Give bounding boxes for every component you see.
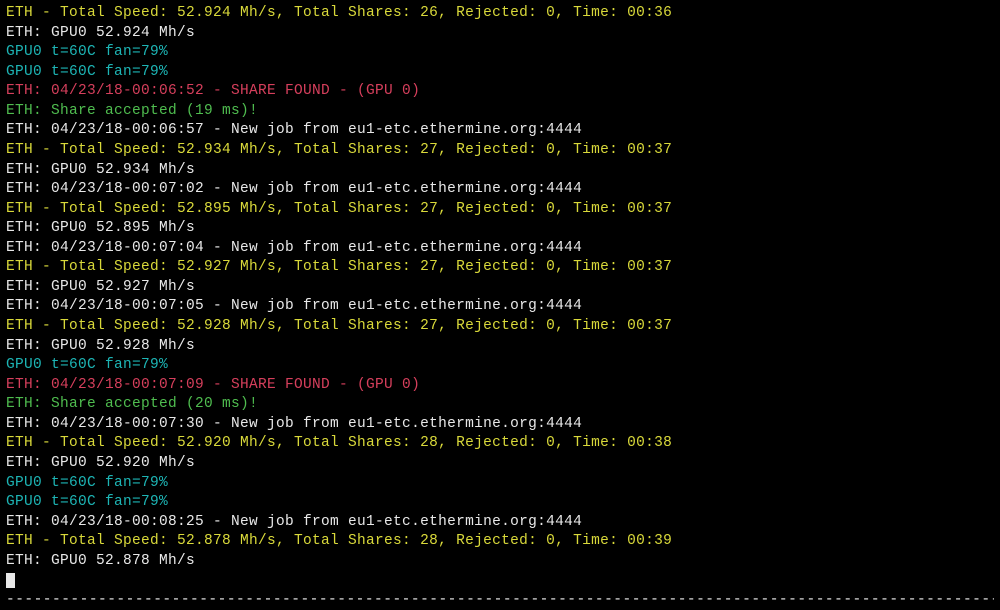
log-line: ETH: GPU0 52.928 Mh/s (6, 337, 994, 357)
log-line: ETH: GPU0 52.920 Mh/s (6, 454, 994, 474)
log-line: ETH: Share accepted (19 ms)! (6, 102, 994, 122)
log-line: ETH - Total Speed: 52.920 Mh/s, Total Sh… (6, 434, 994, 454)
cursor-line (6, 571, 994, 591)
log-line: ETH - Total Speed: 52.878 Mh/s, Total Sh… (6, 532, 994, 552)
log-line: ETH: 04/23/18-00:07:05 - New job from eu… (6, 297, 994, 317)
log-line: GPU0 t=60C fan=79% (6, 63, 994, 83)
log-line: ETH - Total Speed: 52.934 Mh/s, Total Sh… (6, 141, 994, 161)
log-line: GPU0 t=60C fan=79% (6, 474, 994, 494)
log-line: ETH: Share accepted (20 ms)! (6, 395, 994, 415)
log-line: ETH - Total Speed: 52.928 Mh/s, Total Sh… (6, 317, 994, 337)
log-line: ETH - Total Speed: 52.895 Mh/s, Total Sh… (6, 200, 994, 220)
log-line: ETH: 04/23/18-00:07:02 - New job from eu… (6, 180, 994, 200)
log-line: ETH: GPU0 52.927 Mh/s (6, 278, 994, 298)
log-line: GPU0 t=60C fan=79% (6, 493, 994, 513)
log-line: ETH: 04/23/18-00:08:25 - New job from eu… (6, 513, 994, 533)
log-line: ETH: 04/23/18-00:07:04 - New job from eu… (6, 239, 994, 259)
log-line: ETH: 04/23/18-00:06:57 - New job from eu… (6, 121, 994, 141)
log-line: GPU0 t=60C fan=79% (6, 43, 994, 63)
terminal-output: ETH - Total Speed: 52.924 Mh/s, Total Sh… (6, 4, 994, 610)
log-line: ETH: 04/23/18-00:07:30 - New job from eu… (6, 415, 994, 435)
log-line: ETH: GPU0 52.934 Mh/s (6, 161, 994, 181)
log-line: GPU0 t=60C fan=79% (6, 356, 994, 376)
log-line: ETH: GPU0 52.895 Mh/s (6, 219, 994, 239)
log-line: ETH - Total Speed: 52.927 Mh/s, Total Sh… (6, 258, 994, 278)
log-line: ETH: GPU0 52.878 Mh/s (6, 552, 994, 572)
log-line: ETH - Total Speed: 52.924 Mh/s, Total Sh… (6, 4, 994, 24)
log-line: ETH: 04/23/18-00:06:52 - SHARE FOUND - (… (6, 82, 994, 102)
log-line: ETH: 04/23/18-00:07:09 - SHARE FOUND - (… (6, 376, 994, 396)
log-line: ETH: GPU0 52.924 Mh/s (6, 24, 994, 44)
separator-line: ----------------------------------------… (6, 591, 994, 610)
